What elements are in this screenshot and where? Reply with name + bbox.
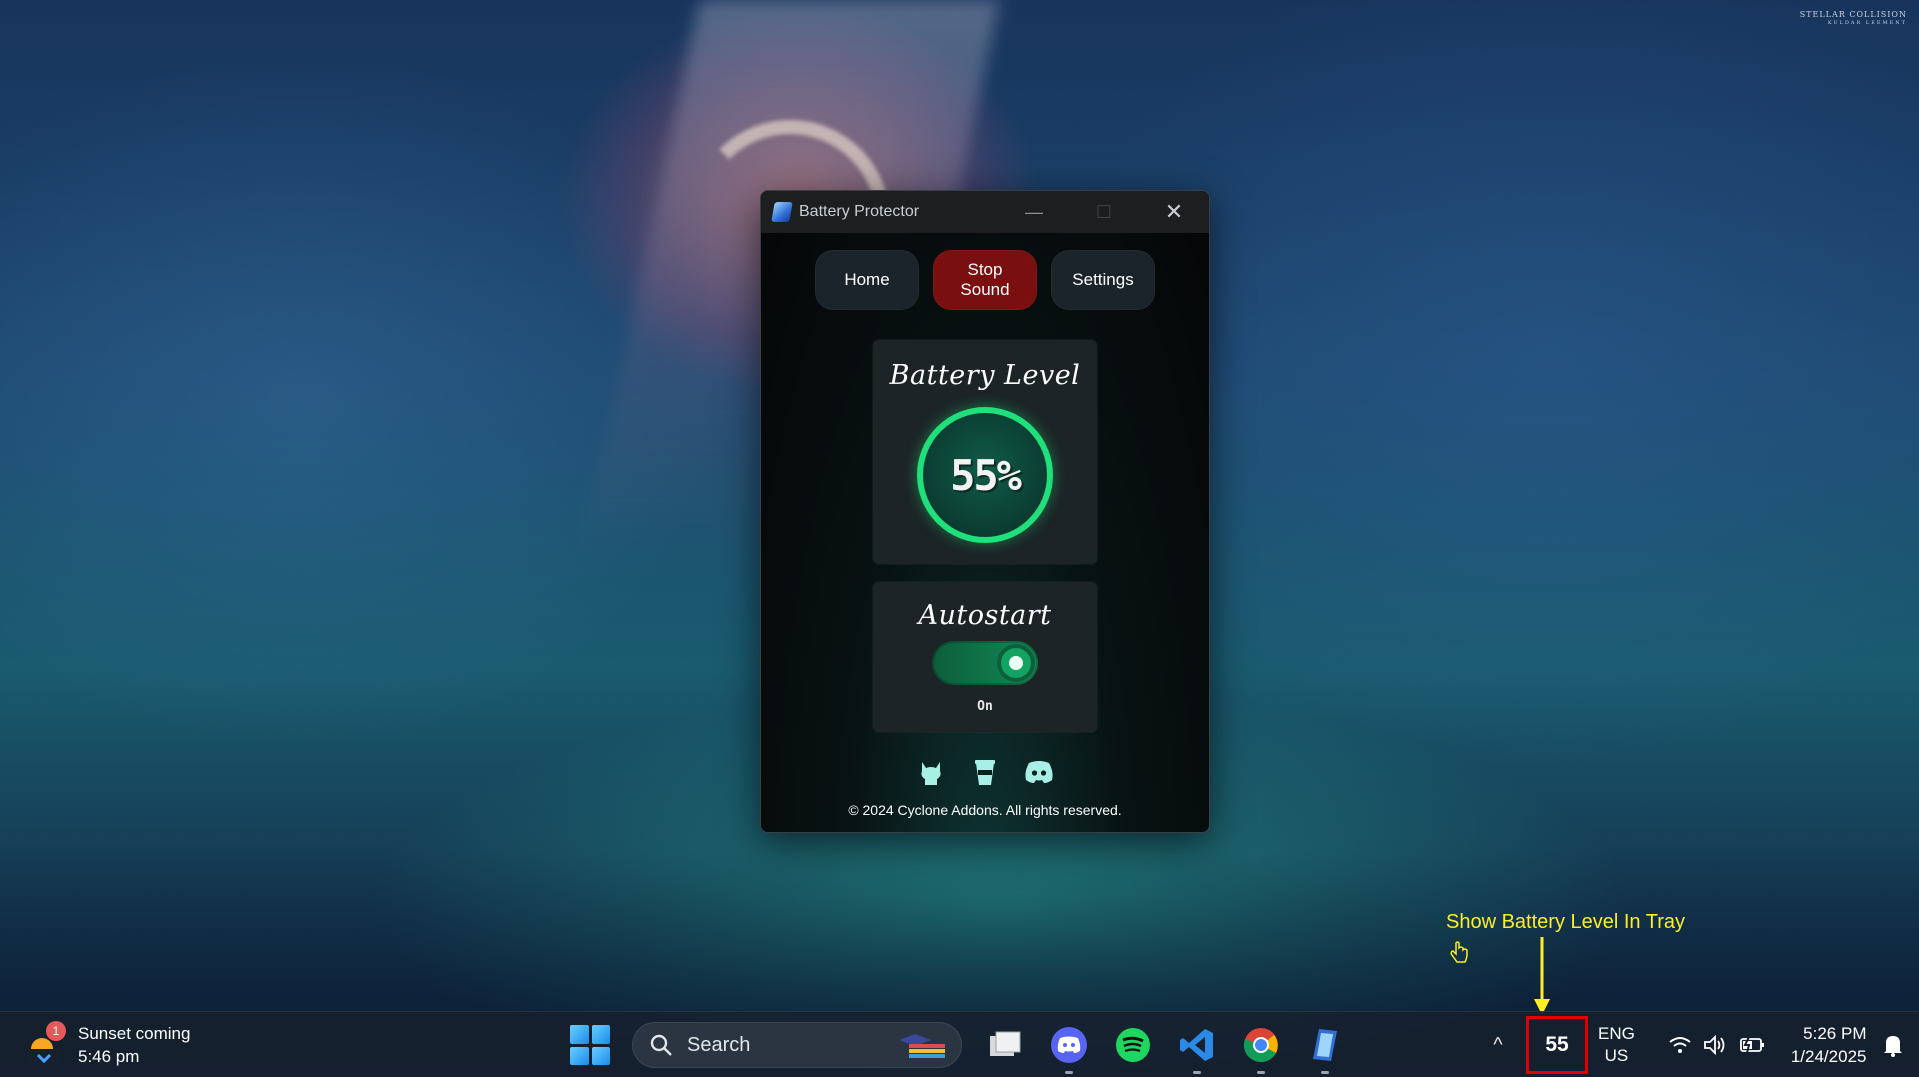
vscode-icon[interactable] — [1176, 1024, 1218, 1074]
window-controls: — ☐ ✕ — [999, 191, 1209, 233]
clock-date: 1/24/2025 — [1790, 1047, 1867, 1066]
running-indicator — [1193, 1071, 1201, 1074]
autostart-toggle[interactable] — [932, 641, 1038, 685]
minimize-button[interactable]: — — [999, 191, 1069, 233]
settings-button[interactable]: Settings — [1051, 250, 1155, 310]
spotify-icon[interactable] — [1112, 1024, 1154, 1066]
wifi-icon — [1669, 1037, 1691, 1053]
autostart-title: Autostart — [918, 600, 1052, 631]
start-button[interactable] — [570, 1025, 610, 1065]
battery-level-value: 55% — [950, 450, 1022, 500]
window-title: Battery Protector — [799, 203, 920, 220]
hand-pointer-icon — [1450, 941, 1468, 963]
tray-battery-level[interactable]: 55 — [1526, 1016, 1588, 1074]
battery-protector-icon[interactable] — [1304, 1024, 1346, 1074]
system-tray: ^ 55 ENG US 5:26 PM 1/24/2025 — [1484, 1012, 1904, 1077]
discord-app-icon[interactable] — [1048, 1024, 1090, 1074]
battery-charging-icon — [1739, 1036, 1764, 1054]
notification-bell-icon[interactable] — [1882, 1033, 1904, 1057]
search-highlight-icon — [899, 1034, 945, 1058]
clock[interactable]: 5:26 PM 1/24/2025 — [1791, 1022, 1867, 1068]
app-icon — [771, 202, 793, 222]
battery-level-title: Battery Level — [889, 360, 1081, 391]
running-indicator — [1257, 1071, 1265, 1074]
weather-text: Sunset coming 5:46 pm — [78, 1022, 190, 1068]
taskbar: 1 Sunset coming 5:46 pm Search ^ 55 ENG … — [0, 1011, 1919, 1077]
window-titlebar[interactable]: Battery Protector — ☐ ✕ — [761, 191, 1209, 233]
file-explorer-icon[interactable] — [984, 1024, 1026, 1066]
tray-annotation-text: Show Battery Level In Tray — [1446, 911, 1686, 933]
coffee-cup-icon[interactable] — [969, 756, 1001, 788]
weather-title: Sunset coming — [78, 1024, 191, 1043]
battery-protector-window: Battery Protector — ☐ ✕ Home Stop Sound … — [760, 190, 1210, 833]
quick-settings[interactable] — [1669, 1035, 1765, 1055]
volume-icon — [1703, 1035, 1725, 1055]
watermark-author: KULDAR LEEMENT — [1827, 20, 1907, 26]
region-code: US — [1604, 1046, 1629, 1065]
toggle-dot — [1009, 656, 1023, 670]
search-box[interactable]: Search — [632, 1022, 962, 1068]
nav-bar: Home Stop Sound Settings — [761, 250, 1209, 310]
weather-time: 5:46 pm — [78, 1047, 140, 1066]
weather-notification-badge: 1 — [46, 1021, 66, 1041]
search-label: Search — [687, 1033, 751, 1056]
running-indicator — [1321, 1071, 1329, 1074]
maximize-button[interactable]: ☐ — [1069, 191, 1139, 233]
github-icon[interactable] — [915, 756, 947, 788]
search-icon — [650, 1034, 672, 1056]
language-code: ENG — [1598, 1024, 1635, 1043]
watermark-title: STELLAR COLLISION — [1799, 10, 1907, 19]
discord-icon[interactable] — [1023, 756, 1055, 788]
annotation-arrow-icon — [1534, 937, 1550, 1015]
stop-sound-button[interactable]: Stop Sound — [933, 250, 1037, 310]
taskbar-center: Search — [570, 1012, 1346, 1077]
weather-widget[interactable]: 1 Sunset coming 5:46 pm — [26, 1021, 190, 1068]
clock-time: 5:26 PM — [1803, 1024, 1867, 1043]
language-indicator[interactable]: ENG US — [1598, 1023, 1635, 1067]
running-indicator — [1065, 1071, 1073, 1074]
copyright-footer: © 2024 Cyclone Addons. All rights reserv… — [848, 802, 1122, 818]
autostart-card: Autostart On — [873, 582, 1097, 732]
toggle-knob — [997, 644, 1035, 682]
battery-level-card: Battery Level 55% — [873, 340, 1097, 564]
chrome-icon[interactable] — [1240, 1024, 1282, 1074]
social-links — [761, 756, 1209, 788]
autostart-state-label: On — [977, 699, 993, 714]
show-hidden-icons-button[interactable]: ^ — [1484, 1034, 1512, 1057]
battery-gauge: 55% — [917, 407, 1053, 543]
home-button[interactable]: Home — [815, 250, 919, 310]
close-button[interactable]: ✕ — [1139, 191, 1209, 233]
wallpaper-watermark: STELLAR COLLISION KULDAR LEEMENT — [1800, 10, 1907, 28]
sunset-weather-icon: 1 — [26, 1021, 66, 1065]
